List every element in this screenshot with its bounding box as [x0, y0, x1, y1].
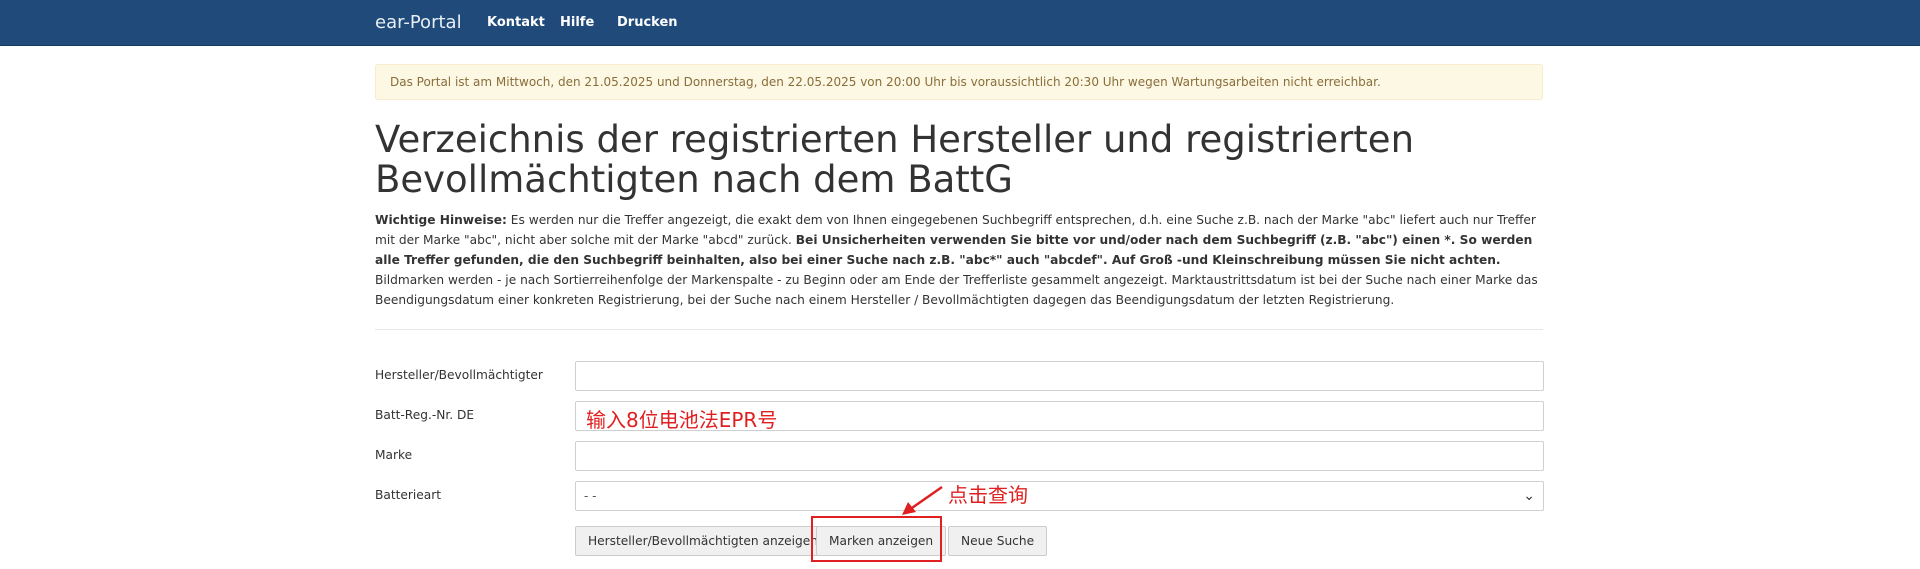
hersteller-input[interactable]	[575, 361, 1544, 391]
page-title: Verzeichnis der registrierten Hersteller…	[375, 118, 1415, 201]
navbar: ear-Portal Kontakt Hilfe Drucken	[0, 0, 1920, 46]
label-batt-reg-nr: Batt-Reg.-Nr. DE	[375, 408, 475, 422]
maintenance-alert: Das Portal ist am Mittwoch, den 21.05.20…	[375, 64, 1543, 100]
batterieart-select[interactable]: - - ⌄	[575, 481, 1544, 511]
notes-lead: Wichtige Hinweise:	[375, 213, 507, 227]
label-batterieart: Batterieart	[375, 488, 442, 502]
annotation-highlight-box	[811, 516, 942, 562]
divider	[375, 329, 1543, 330]
annotation-arrow-icon	[902, 485, 943, 515]
nav-link-drucken[interactable]: Drucken	[617, 15, 678, 30]
marke-input[interactable]	[575, 441, 1544, 471]
important-notes: Wichtige Hinweise: Es werden nur die Tre…	[375, 210, 1545, 310]
hersteller-anzeigen-button[interactable]: Hersteller/Bevollmächtigten anzeigen	[575, 526, 831, 556]
annotation-click-hint: 点击查询	[948, 483, 1028, 507]
notes-text-2: Bildmarken werden - je nach Sortierreihe…	[375, 273, 1538, 307]
neue-suche-button[interactable]: Neue Suche	[948, 526, 1048, 556]
label-marke: Marke	[375, 448, 413, 462]
nav-link-kontakt[interactable]: Kontakt	[487, 15, 545, 30]
batterieart-selected-value: - -	[584, 489, 597, 503]
label-hersteller: Hersteller/Bevollmächtigter	[375, 368, 543, 382]
annotation-input-hint: 输入8位电池法EPR号	[586, 408, 778, 432]
nav-link-hilfe[interactable]: Hilfe	[560, 15, 594, 30]
chevron-down-icon: ⌄	[1523, 488, 1535, 504]
brand-logo[interactable]: ear-Portal	[375, 12, 462, 33]
